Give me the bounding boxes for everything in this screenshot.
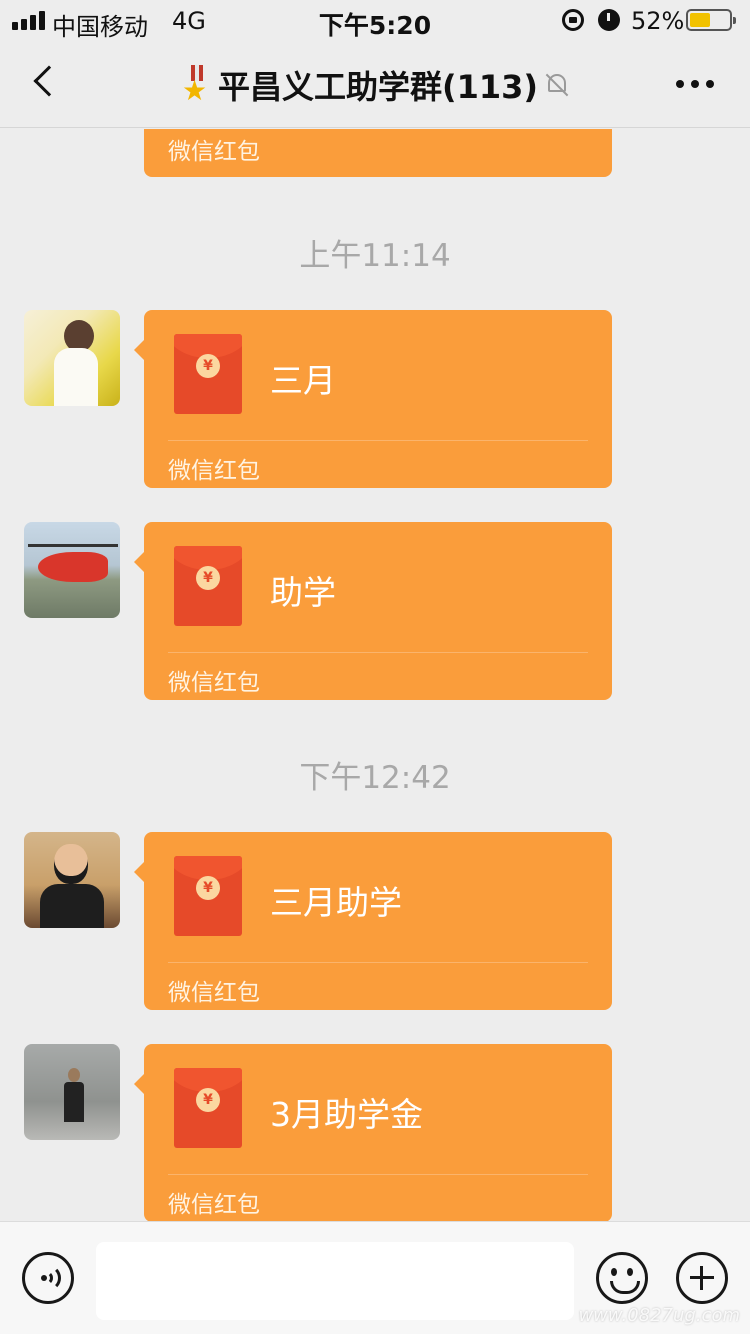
mute-icon (545, 72, 569, 98)
timestamp: 上午11:14 (299, 238, 451, 274)
red-packet-icon: ¥ (174, 334, 242, 414)
status-bar: 中国移动 4G 下午5:20 52% (0, 0, 750, 41)
red-packet-bubble[interactable]: 微信红包 (144, 129, 612, 177)
packet-footer: 微信红包 (168, 458, 260, 484)
red-packet-bubble[interactable]: ¥ 三月 微信红包 (134, 310, 612, 488)
red-packet-bubble[interactable]: ¥ 3月助学金 微信红包 (134, 1044, 612, 1221)
nav-title-area[interactable]: ★ 平昌义工助学群(113) (0, 62, 750, 106)
voice-icon[interactable] (22, 1252, 74, 1304)
packet-title: 三月助学 (270, 883, 402, 922)
avatar[interactable] (24, 832, 120, 928)
more-icon[interactable] (676, 80, 716, 88)
packet-footer: 微信红包 (168, 1192, 260, 1218)
message-input[interactable] (96, 1242, 574, 1320)
rotation-lock-icon (562, 9, 584, 31)
emoji-icon[interactable] (596, 1252, 648, 1304)
timestamp: 下午12:42 (299, 760, 451, 796)
red-packet-icon: ¥ (174, 546, 242, 626)
divider (168, 962, 588, 963)
red-packet-bubble[interactable]: ¥ 三月助学 微信红包 (134, 832, 612, 1010)
red-packet-icon: ¥ (174, 1068, 242, 1148)
medal-icon: ★ (182, 65, 212, 105)
packet-footer: 微信红包 (168, 139, 260, 165)
plus-icon[interactable] (676, 1252, 728, 1304)
avatar[interactable] (24, 522, 120, 618)
packet-footer: 微信红包 (168, 980, 260, 1006)
divider (168, 652, 588, 653)
packet-footer: 微信红包 (168, 670, 260, 696)
packet-title: 3月助学金 (270, 1095, 423, 1134)
avatar[interactable] (24, 310, 120, 406)
battery-percent: 52% (631, 7, 685, 35)
group-title: 平昌义工助学群(113) (217, 68, 539, 106)
packet-title: 助学 (270, 573, 336, 612)
nav-bar: ★ 平昌义工助学群(113) (0, 40, 750, 128)
watermark: www.0827ug.com (578, 1305, 740, 1326)
input-bar: www.0827ug.com (0, 1221, 750, 1334)
divider (168, 1174, 588, 1175)
alarm-icon (598, 9, 620, 31)
avatar[interactable] (24, 1044, 120, 1140)
battery-level (690, 13, 710, 27)
red-packet-bubble[interactable]: ¥ 助学 微信红包 (134, 522, 612, 700)
red-packet-icon: ¥ (174, 856, 242, 936)
battery-icon (686, 9, 736, 31)
packet-title: 三月 (270, 361, 336, 400)
divider (168, 440, 588, 441)
chat-area[interactable]: 微信红包 上午11:14 ¥ 三月 微信红包 ¥ 助学 微信红包 下午12:42… (0, 129, 750, 1221)
